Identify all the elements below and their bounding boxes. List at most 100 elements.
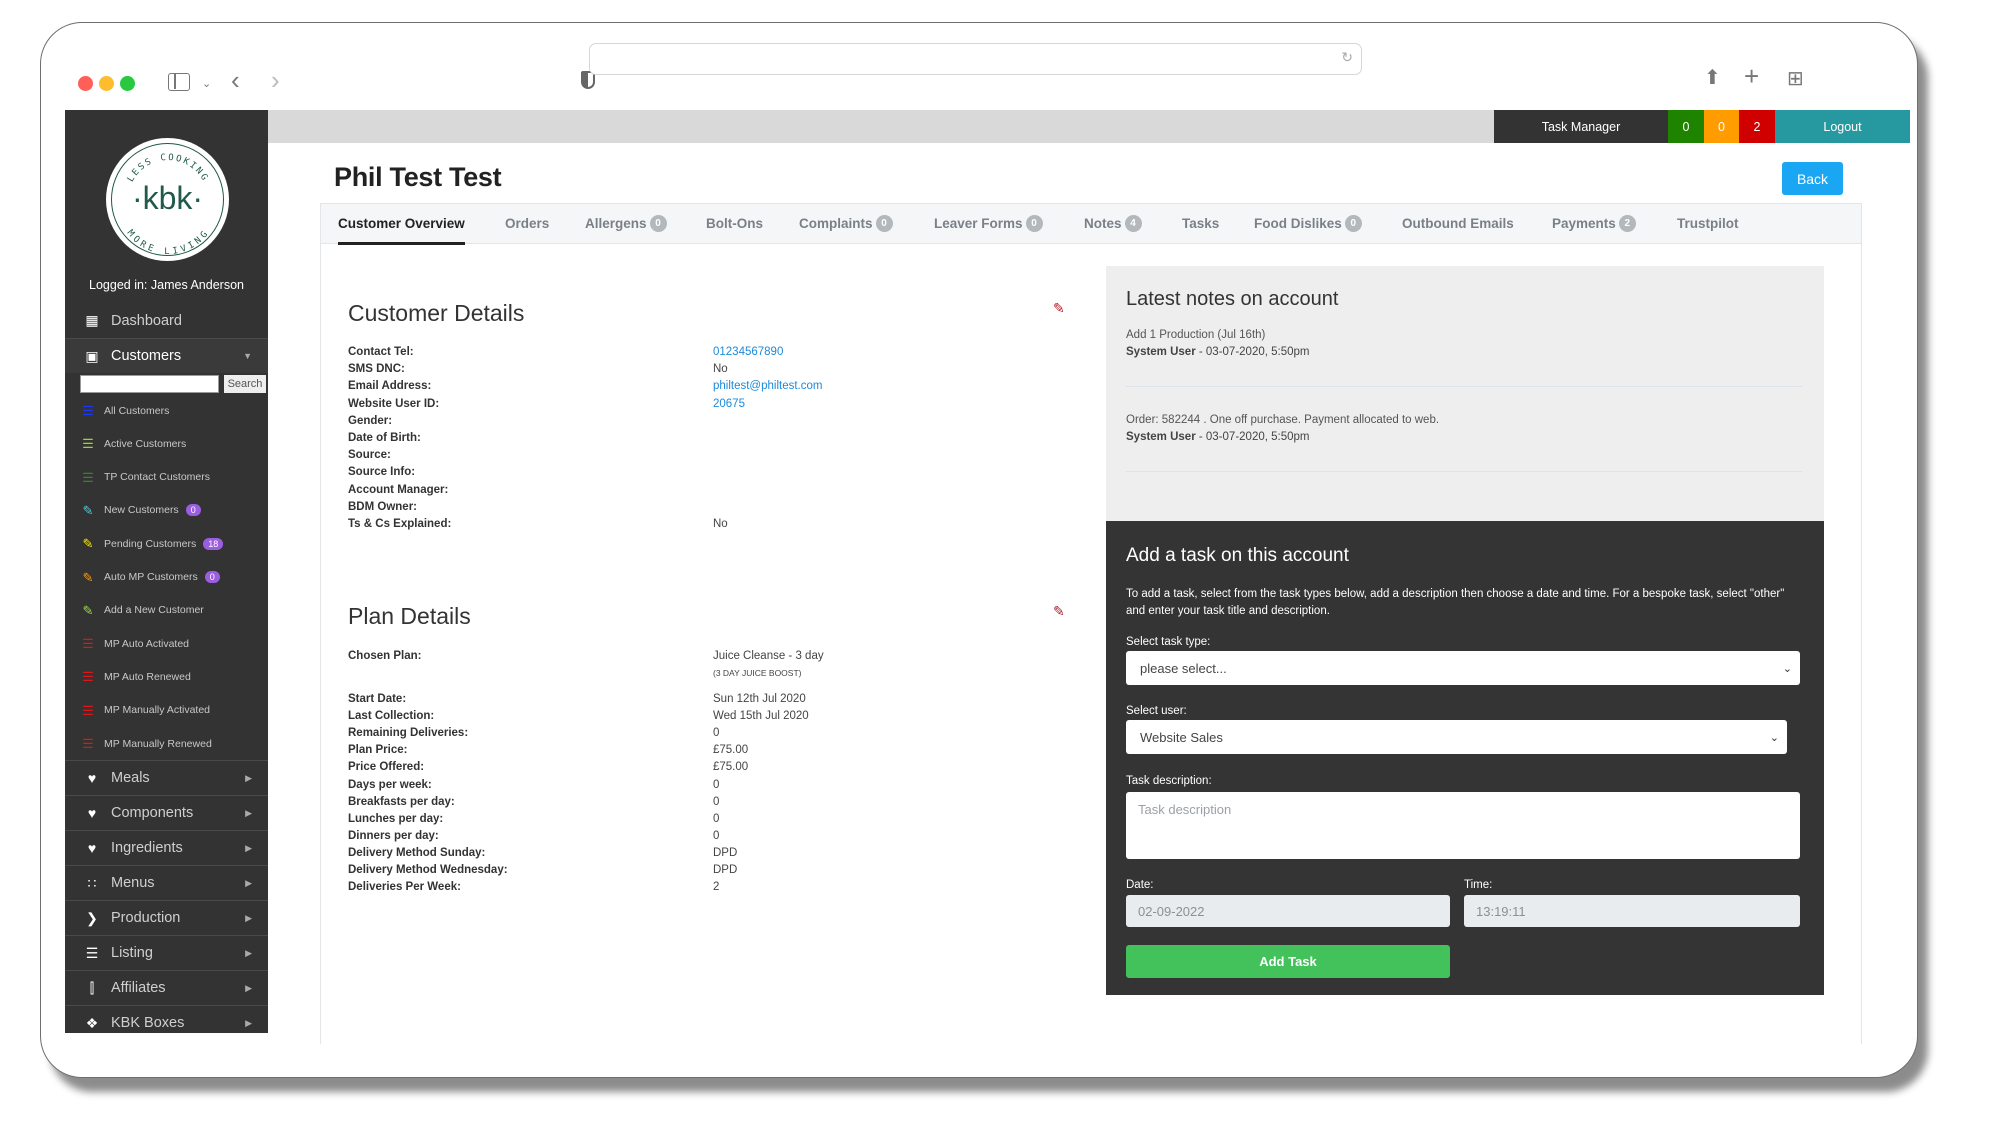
note-divider bbox=[1126, 471, 1802, 472]
plan-field-label: Plan Price: bbox=[348, 744, 408, 757]
sidebar-item-production[interactable]: ❯ Production ▶ bbox=[65, 900, 268, 935]
pencil-icon: ✎ bbox=[82, 502, 94, 518]
task-manager-link[interactable]: Task Manager bbox=[1494, 110, 1668, 143]
count-badge: 0 bbox=[185, 504, 201, 517]
plan-field-label: Dinners per day: bbox=[348, 829, 439, 842]
select-user-select[interactable]: Website Sales ⌄ bbox=[1126, 720, 1787, 754]
tab-complaints[interactable]: Complaints 0 bbox=[799, 203, 893, 244]
new-tab-icon[interactable]: + bbox=[1744, 63, 1759, 89]
zoom-window-button[interactable] bbox=[120, 76, 135, 91]
count-badge: 0 bbox=[204, 571, 220, 583]
sidebar-subitem[interactable]: ☰ MP Auto Activated bbox=[65, 627, 268, 660]
plan-field-value: 0 bbox=[713, 778, 720, 791]
tab-count-badge: 0 bbox=[1344, 215, 1362, 232]
share-icon[interactable]: ⬆ bbox=[1704, 67, 1721, 89]
sidebar-subitem[interactable]: ✎ Pending Customers 18 bbox=[65, 527, 268, 560]
bar-chart-icon: ⫿ bbox=[89, 979, 95, 996]
customer-field-label: Ts & Cs Explained: bbox=[348, 518, 452, 530]
task-count-red[interactable]: 2 bbox=[1739, 110, 1775, 143]
sidebar-subitem[interactable]: ☰ MP Auto Renewed bbox=[65, 660, 268, 693]
task-type-select[interactable]: please select... ⌄ bbox=[1126, 651, 1800, 685]
count-badge: 18 bbox=[203, 537, 224, 550]
minimize-window-button[interactable] bbox=[99, 76, 114, 91]
time-input[interactable]: 13:19:11 bbox=[1464, 895, 1800, 927]
tab-leaver-forms[interactable]: Leaver Forms 0 bbox=[934, 203, 1043, 244]
sidebar-item-ingredients[interactable]: ♥ Ingredients ▶ bbox=[65, 830, 268, 865]
tab-customer-overview[interactable]: Customer Overview bbox=[338, 203, 465, 245]
plan-field-value: £75.00 bbox=[713, 761, 749, 774]
date-input[interactable]: 02-09-2022 bbox=[1126, 895, 1450, 927]
tab-allergens[interactable]: Allergens 0 bbox=[585, 203, 667, 244]
plan-field-value: 0 bbox=[713, 727, 720, 740]
task-type-label: Select task type: bbox=[1126, 636, 1211, 648]
tab-outbound-emails[interactable]: Outbound Emails bbox=[1402, 203, 1514, 244]
reload-icon[interactable]: ↻ bbox=[1341, 49, 1353, 66]
task-count-green[interactable]: 0 bbox=[1668, 110, 1704, 143]
sidebar-item-affiliates[interactable]: ⫿ Affiliates ▶ bbox=[65, 970, 268, 1005]
customer-field-value[interactable]: 20675 bbox=[713, 398, 745, 410]
sidebar-item-dashboard[interactable]: ▦ Dashboard bbox=[65, 303, 268, 338]
back-button[interactable]: Back bbox=[1782, 162, 1843, 195]
customer-field-value[interactable]: philtest@philtest.com bbox=[713, 380, 822, 392]
plan-field-value: 0 bbox=[713, 812, 720, 825]
edit-customer-pencil-icon[interactable]: ✎ bbox=[1053, 300, 1065, 317]
sidebar-item-kbk-boxes[interactable]: ❖ KBK Boxes ▶ bbox=[65, 1005, 268, 1040]
customer-details-title: Customer Details bbox=[348, 300, 525, 326]
caret-right-icon: ▶ bbox=[245, 877, 252, 888]
sidebar-toggle-icon[interactable] bbox=[168, 73, 190, 91]
tab-overview-icon[interactable]: ⊞ bbox=[1787, 68, 1804, 90]
customer-field-value: No bbox=[713, 363, 728, 376]
sidebar-item-listing[interactable]: ☰ Listing ▶ bbox=[65, 935, 268, 970]
caret-right-icon: ▶ bbox=[245, 982, 252, 993]
tab-bolt-ons[interactable]: Bolt-Ons bbox=[706, 203, 763, 244]
customer-field-label: Website User ID: bbox=[348, 397, 440, 410]
task-description-textarea[interactable]: Task description bbox=[1126, 792, 1800, 859]
customer-field-label: Account Manager: bbox=[348, 483, 449, 496]
plan-field-value: 0 bbox=[713, 829, 720, 842]
logout-button[interactable]: Logout bbox=[1775, 110, 1910, 143]
sidebar-subitem[interactable]: ☰ All Customers bbox=[65, 394, 268, 427]
sidebar-subitem[interactable]: ✎ Add a New Customer bbox=[65, 594, 268, 627]
chevron-down-icon[interactable]: ⌄ bbox=[202, 73, 211, 95]
tab-trustpilot[interactable]: Trustpilot bbox=[1677, 203, 1739, 244]
logo-mark: ·kbk· bbox=[131, 180, 204, 216]
address-bar[interactable]: ↻ bbox=[589, 43, 1362, 75]
sidebar-subitem[interactable]: ✎ Auto MP Customers 0 bbox=[65, 561, 268, 594]
sidebar-subitem[interactable]: ☰ MP Manually Renewed bbox=[65, 727, 268, 760]
sidebar-item-customers[interactable]: ▣ Customers ▼ bbox=[65, 338, 268, 373]
pencil-icon: ✎ bbox=[82, 536, 94, 552]
sidebar-subitem[interactable]: ☰ TP Contact Customers bbox=[65, 461, 268, 494]
list-icon: ☰ bbox=[82, 702, 94, 718]
caret-right-icon: ▶ bbox=[245, 1017, 252, 1028]
sidebar-item-meals[interactable]: ♥ Meals ▶ bbox=[65, 760, 268, 795]
svg-text:MORE LIVING: MORE LIVING bbox=[125, 228, 212, 257]
tab-notes[interactable]: Notes 4 bbox=[1084, 203, 1142, 244]
sidebar-item-menus[interactable]: ∷ Menus ▶ bbox=[65, 865, 268, 900]
tab-food-dislikes[interactable]: Food Dislikes 0 bbox=[1254, 203, 1362, 244]
customer-search-button[interactable]: Search bbox=[224, 375, 266, 393]
sidebar-subitem[interactable]: ✎ New Customers 0 bbox=[65, 494, 268, 527]
edit-plan-pencil-icon[interactable]: ✎ bbox=[1053, 603, 1065, 620]
task-count-orange[interactable]: 0 bbox=[1704, 110, 1739, 143]
add-task-button[interactable]: Add Task bbox=[1126, 945, 1450, 978]
date-label: Date: bbox=[1126, 879, 1154, 891]
sidebar-item-components[interactable]: ♥ Components ▶ bbox=[65, 795, 268, 830]
sidebar-subitem[interactable]: ☰ MP Manually Activated bbox=[65, 694, 268, 727]
sidebar-subitem[interactable]: ☰ Active Customers bbox=[65, 427, 268, 460]
tab-tasks[interactable]: Tasks bbox=[1182, 203, 1219, 244]
back-icon[interactable]: ‹ bbox=[231, 67, 240, 93]
customer-search-input[interactable] bbox=[80, 375, 219, 393]
forward-icon[interactable]: › bbox=[271, 67, 280, 93]
caret-right-icon: ▶ bbox=[245, 947, 252, 958]
tab-orders[interactable]: Orders bbox=[505, 203, 549, 244]
list-icon: ☰ bbox=[82, 436, 94, 452]
heart-icon: ♥ bbox=[87, 840, 97, 856]
customer-field-value[interactable]: 01234567890 bbox=[713, 346, 783, 358]
tab-count-badge: 2 bbox=[1618, 215, 1636, 232]
caret-down-icon: ▼ bbox=[243, 351, 252, 361]
latest-notes-title: Latest notes on account bbox=[1126, 288, 1339, 310]
plan-field-value: Wed 15th Jul 2020 bbox=[713, 710, 809, 723]
tab-payments[interactable]: Payments 2 bbox=[1552, 203, 1636, 244]
close-window-button[interactable] bbox=[78, 76, 93, 91]
list-icon: ☰ bbox=[82, 636, 94, 652]
